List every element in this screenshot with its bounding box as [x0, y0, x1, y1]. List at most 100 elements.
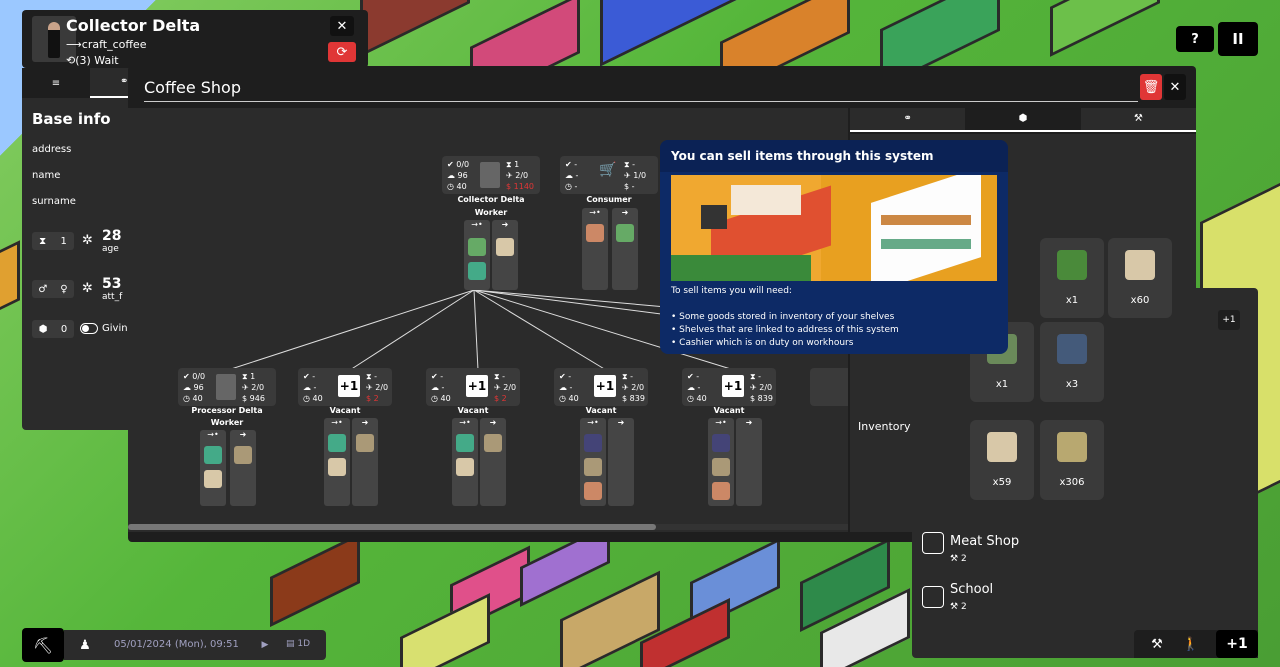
calendar-icon: ▤: [286, 639, 295, 649]
list-item-name[interactable]: School: [950, 582, 993, 597]
input-column: →•: [324, 418, 350, 506]
tab-links[interactable]: ⚭: [850, 108, 966, 132]
inventory-slot[interactable]: x59: [970, 420, 1034, 500]
play-button[interactable]: ▶: [254, 635, 276, 655]
item-slot[interactable]: x1: [1040, 238, 1104, 318]
tooltip-bullet: • Cashier which is on duty on workhours: [671, 338, 854, 348]
inventory-label: Inventory: [858, 420, 911, 433]
node-card-processor[interactable]: ✔ 0/0 ☁ 96 ◷ 40 ⧗ 1 ✈ 2/0 $ 946: [178, 368, 276, 406]
node-name: Vacant: [457, 406, 489, 415]
add-small-button[interactable]: +1: [1218, 310, 1240, 330]
link-icon: ⚭: [903, 113, 912, 124]
attr-label: att_f: [102, 292, 123, 302]
crane-icon: ⛏: [32, 635, 54, 655]
delete-button[interactable]: 🗑: [1140, 74, 1162, 100]
help-button[interactable]: ?: [1176, 26, 1214, 52]
field-name: name: [32, 170, 61, 181]
sack-icon: [1125, 250, 1155, 280]
crate-icon: [584, 482, 602, 500]
sack-icon: [987, 432, 1017, 462]
register-icon: [1057, 334, 1087, 364]
refresh-icon: ⟳: [336, 44, 348, 60]
list-item-count: ⚒ 2: [950, 554, 967, 564]
hire-button[interactable]: +1: [466, 375, 488, 397]
gender-badge: ♂ ♀: [32, 280, 74, 298]
node-name: Processor Delta: [191, 406, 263, 415]
age-label: age: [102, 244, 119, 254]
walk-icon: 🚶: [1182, 636, 1200, 652]
node-card-vacant[interactable]: ✔ - ☁ - ◷ 40 +1 ⧗ - ✈ 2/0 $ 839: [554, 368, 648, 406]
node-card-vacant[interactable]: ✔ - ☁ - ◷ 40 +1 ⧗ - ✈ 2/0 $ 2: [298, 368, 392, 406]
input-column: →•: [452, 418, 478, 506]
tab-info[interactable]: ≡: [22, 68, 90, 98]
reset-task-button[interactable]: ⟳: [328, 42, 356, 62]
node-card-partial[interactable]: [810, 368, 848, 406]
attr-value: 53: [102, 276, 122, 292]
tooltip-title: You can sell items through this system: [660, 140, 1008, 172]
hire-button[interactable]: +1: [722, 375, 744, 397]
tab-bar: ⚭ ⬢ ⚒: [850, 108, 1196, 132]
node-name: Vacant: [585, 406, 617, 415]
build-button[interactable]: ⛏: [22, 628, 64, 662]
gear-icon: ✲: [82, 233, 93, 248]
tab-tools[interactable]: ⚒: [1080, 108, 1196, 132]
inventory-slot[interactable]: x306: [1040, 420, 1104, 500]
agent-name: Collector Delta: [66, 16, 201, 35]
male-icon: ♂: [38, 283, 48, 295]
datetime: 05/01/2024 (Mon), 09:51: [114, 639, 239, 650]
close-button[interactable]: ✕: [330, 16, 354, 36]
play-icon: ▶: [261, 640, 269, 650]
tooltip-lead: To sell items you will need:: [671, 286, 792, 296]
crate-icon: [586, 224, 604, 242]
tooltip: You can sell items through this system T…: [660, 140, 1008, 354]
agent-state: ⟲(3) Wait: [66, 54, 119, 67]
hire-button[interactable]: +1: [594, 375, 616, 397]
node-name: Vacant: [329, 406, 361, 415]
output-column: ➜: [736, 418, 762, 506]
item-slot[interactable]: x60: [1108, 238, 1172, 318]
giving-toggle[interactable]: [80, 323, 98, 334]
time-bar: ♟ 05/01/2024 (Mon), 09:51 ▶ ▤ 1D: [64, 630, 326, 660]
node-card-vacant[interactable]: ✔ - ☁ - ◷ 40 +1 ⧗ - ✈ 2/0 $ 839: [682, 368, 776, 406]
register-icon: [712, 434, 730, 452]
horizontal-scrollbar[interactable]: [128, 524, 848, 530]
age-value: 28: [102, 228, 122, 244]
worker-avatar: [216, 374, 236, 400]
sack-icon: [328, 458, 346, 476]
node-name: Collector Delta: [457, 195, 525, 204]
box-icon: [234, 446, 252, 464]
tree-icon: [1057, 250, 1087, 280]
agent-button[interactable]: ♟: [74, 635, 96, 655]
wrench-icon: ⚒: [1133, 113, 1143, 124]
box-icon: [712, 458, 730, 476]
info-icon: ≡: [51, 77, 61, 89]
field-surname: surname: [32, 196, 76, 207]
pause-button[interactable]: II: [1218, 22, 1258, 56]
input-column: →•: [708, 418, 734, 506]
list-item-count: ⚒ 2: [950, 602, 967, 612]
walk-button[interactable]: 🚶: [1178, 634, 1204, 654]
cart-icon: 🛒: [599, 162, 617, 178]
item-slot[interactable]: x3: [1040, 322, 1104, 402]
tag-icon: ⬢: [1018, 113, 1028, 124]
tab-tags[interactable]: ⬢: [965, 108, 1081, 132]
node-card-collector[interactable]: ✔ 0/0 ☁ 96 ◷ 40 ⧗ 1 ✈ 2/0 $ 1140: [442, 156, 540, 194]
close-button[interactable]: ✕: [1164, 74, 1186, 100]
box-icon: [484, 434, 502, 452]
hammer-button[interactable]: ⚒: [1144, 634, 1170, 654]
node-card-vacant[interactable]: ✔ - ☁ - ◷ 40 +1 ⧗ - ✈ 2/0 $ 2: [426, 368, 520, 406]
list-item-name[interactable]: Meat Shop: [950, 534, 1019, 549]
route-icon: [922, 532, 944, 554]
panel-title: Base info: [32, 110, 111, 128]
person-icon: ♟: [79, 637, 91, 653]
add-button[interactable]: +1: [1216, 630, 1258, 658]
output-column: ➜: [612, 208, 638, 290]
box-icon: [356, 434, 374, 452]
fridge-icon: [328, 434, 346, 452]
building: [360, 0, 470, 57]
shop-title[interactable]: Coffee Shop: [144, 76, 1138, 102]
speed-button[interactable]: ▤ 1D: [286, 639, 310, 649]
tooltip-bullet: • Shelves that are linked to address of …: [671, 325, 899, 335]
hire-button[interactable]: +1: [338, 375, 360, 397]
node-card-consumer[interactable]: ✔ - ☁ - ◷ - 🛒 ⧗ - ✈ 1/0 $ -: [560, 156, 658, 194]
